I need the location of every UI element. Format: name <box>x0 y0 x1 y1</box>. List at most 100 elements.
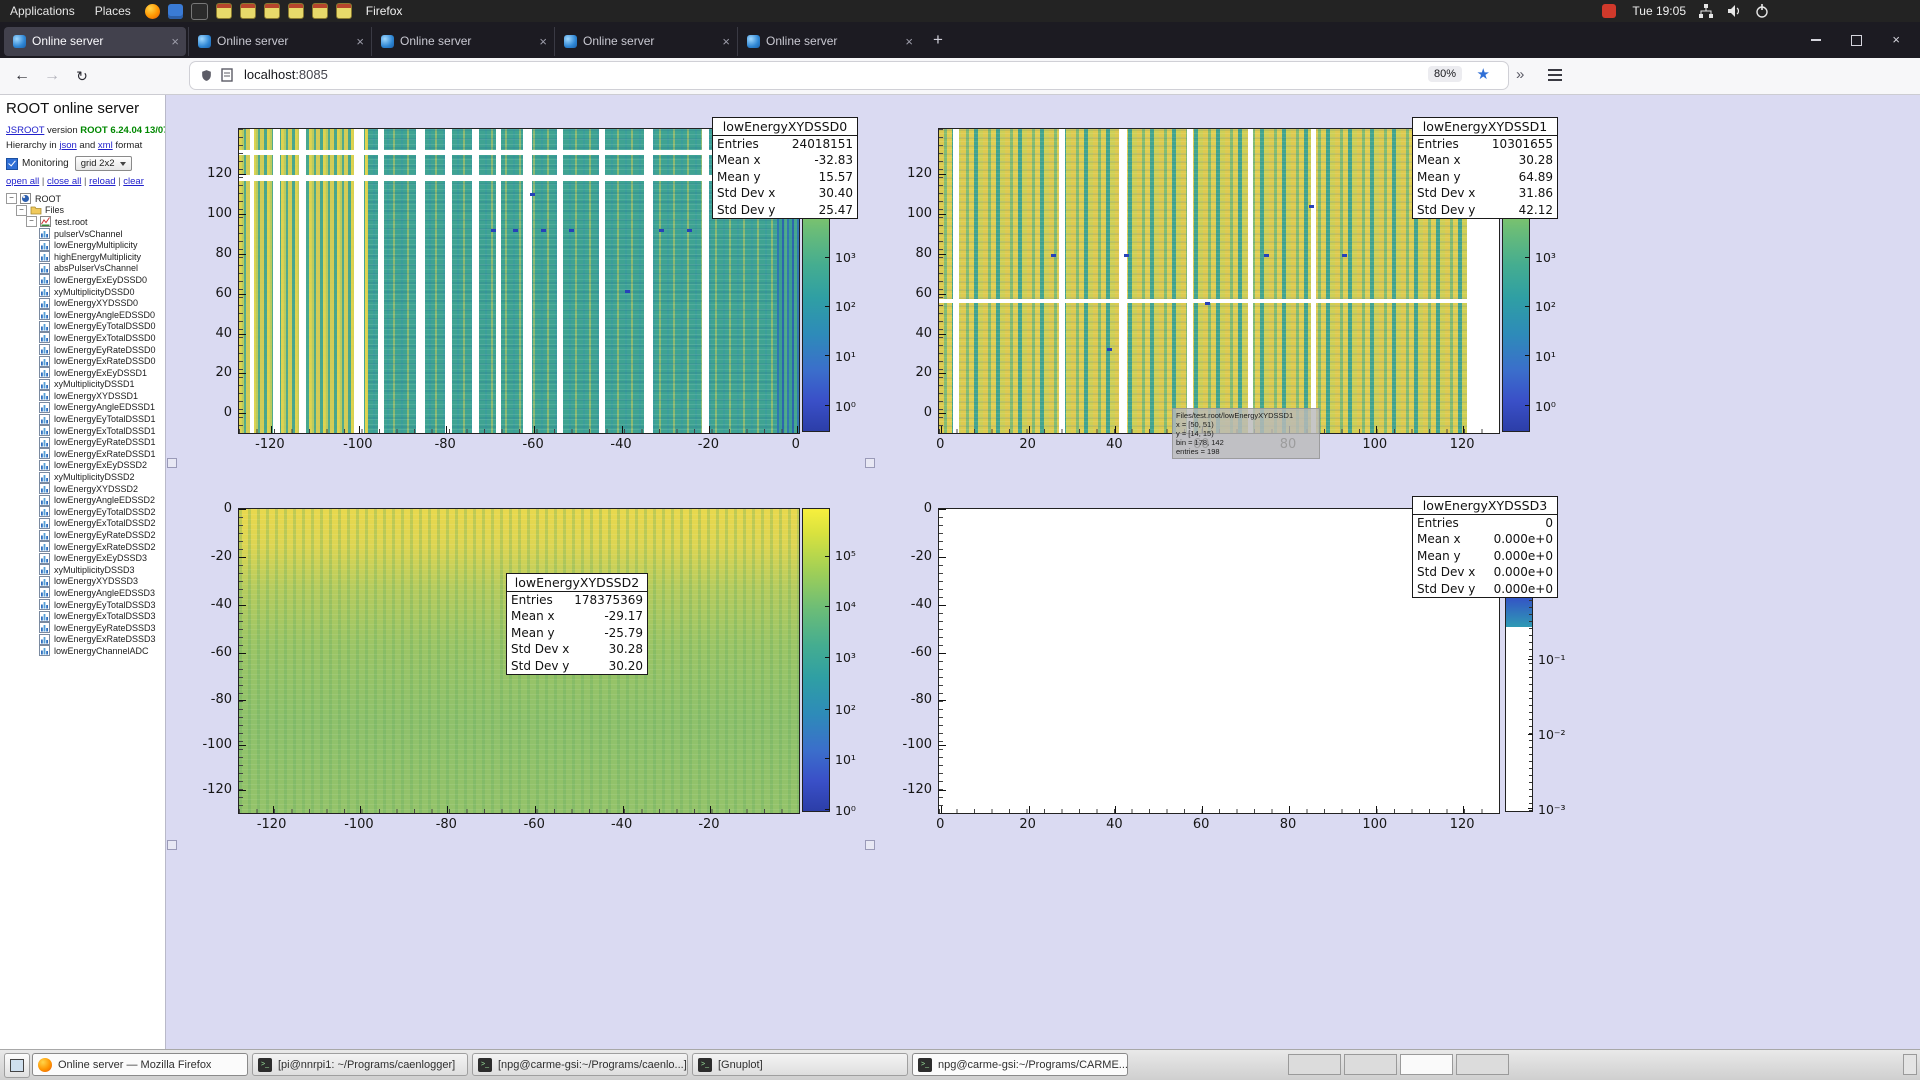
y-axis-label: 100 <box>178 206 232 221</box>
overflow-chevron-button[interactable]: » <box>1516 66 1524 83</box>
window-title: [Gnuplot] <box>718 1059 763 1071</box>
stats-box-lowEnergyXYDSSD3[interactable]: lowEnergyXYDSSD3Entries0Mean x0.000e+0Me… <box>1412 496 1558 598</box>
tab-online-server[interactable]: Online server× <box>371 27 554 56</box>
module-icon[interactable] <box>240 3 256 19</box>
menu-places[interactable]: Places <box>85 0 141 22</box>
minimize-button[interactable] <box>1811 39 1821 41</box>
workspace-cell[interactable] <box>1400 1054 1453 1075</box>
tab-close-icon[interactable]: × <box>905 34 913 49</box>
page-info-icon[interactable] <box>221 68 233 87</box>
y-axis-label: -120 <box>878 782 932 797</box>
network-icon[interactable] <box>1698 3 1714 19</box>
bookmark-star-icon[interactable]: ★ <box>1477 65 1490 83</box>
splitter-handle[interactable] <box>865 458 875 468</box>
bin-info-tooltip: Files/test.root/lowEnergyXYDSSD1x = [50,… <box>1172 408 1320 459</box>
splitter-handle[interactable] <box>167 458 177 468</box>
stats-row: Std Dev y25.47 <box>713 202 857 218</box>
stats-label: Entries <box>511 592 553 608</box>
hot-bin <box>1264 254 1269 257</box>
clock[interactable]: Tue 19:05 <box>1632 4 1686 18</box>
workspace-cell[interactable] <box>1456 1054 1509 1075</box>
module-icon[interactable] <box>216 3 232 19</box>
stats-value: 64.89 <box>1519 169 1553 185</box>
stats-box-lowEnergyXYDSSD1[interactable]: lowEnergyXYDSSD1Entries10301655Mean x30.… <box>1412 117 1558 219</box>
back-button[interactable]: ← <box>10 65 34 87</box>
module-icon[interactable] <box>336 3 352 19</box>
terminal-launcher-icon[interactable] <box>191 3 208 20</box>
y-axis-tick <box>939 605 946 606</box>
url-text[interactable]: localhost:8085 <box>244 67 328 82</box>
tab-online-server[interactable]: Online server× <box>737 27 920 56</box>
tab-close-icon[interactable]: × <box>722 34 730 49</box>
window-controls: × <box>1811 22 1920 58</box>
stats-value: 30.40 <box>819 185 853 201</box>
reload-button[interactable]: ↻ <box>70 65 94 87</box>
stats-box-lowEnergyXYDSSD0[interactable]: lowEnergyXYDSSD0Entries24018151Mean x-32… <box>712 117 858 219</box>
taskbar-window-button[interactable]: Online server — Mozilla Firefox <box>32 1053 248 1076</box>
files-launcher-icon[interactable] <box>168 4 183 19</box>
taskbar: Online server — Mozilla Firefox>_[pi@nnr… <box>0 1049 1920 1080</box>
splitter-handle[interactable] <box>167 840 177 850</box>
hot-bin <box>491 229 496 232</box>
taskbar-window-button[interactable]: >_[pi@nnrpi1: ~/Programs/caenlogger] <box>252 1053 468 1076</box>
volume-icon[interactable] <box>1726 3 1742 19</box>
taskbar-window-button[interactable]: >_[npg@carme-gsi:~/Programs/caenlo...] <box>472 1053 688 1076</box>
workspace-cell[interactable] <box>1288 1054 1341 1075</box>
stats-row: Std Dev y0.000e+0 <box>1413 581 1557 597</box>
tab-close-icon[interactable]: × <box>171 34 179 49</box>
workspace-cell[interactable] <box>1344 1054 1397 1075</box>
x-axis-label: 0 <box>936 437 944 452</box>
stats-row: Std Dev y42.12 <box>1413 202 1557 218</box>
palette-tick-label: 10¹ <box>835 349 856 364</box>
url-bar[interactable]: localhost:8085 80% ★ <box>190 62 1508 89</box>
zoom-indicator[interactable]: 80% <box>1428 66 1462 82</box>
color-palette-lowEnergyXYDSSD2[interactable] <box>802 508 830 812</box>
forward-button[interactable]: → <box>40 65 64 87</box>
stats-title: lowEnergyXYDSSD3 <box>1413 497 1557 515</box>
tab-online-server[interactable]: Online server× <box>554 27 737 56</box>
tab-online-server[interactable]: Online server × <box>188 27 371 56</box>
tab-online-server[interactable]: Online server× <box>4 27 186 56</box>
tab-bar: Online server×Online server×Online serve… <box>0 22 1920 58</box>
module-icon[interactable] <box>264 3 280 19</box>
y-axis-tick <box>239 413 246 414</box>
stats-value: 30.28 <box>609 641 643 657</box>
palette-tick-label: 10¹ <box>1535 349 1556 364</box>
palette-tick <box>1525 257 1530 258</box>
x-axis-label: 40 <box>1106 437 1123 452</box>
x-axis-label: 100 <box>1362 817 1387 832</box>
splitter-handle[interactable] <box>865 840 875 850</box>
new-tab-button[interactable]: + <box>926 28 950 52</box>
menu-applications[interactable]: Applications <box>0 0 85 22</box>
close-button[interactable]: × <box>1892 22 1900 58</box>
firefox-launcher-icon[interactable] <box>145 4 160 19</box>
notification-icon[interactable] <box>1602 4 1616 18</box>
firefox-icon <box>38 1058 52 1072</box>
x-axis-tick <box>709 426 710 433</box>
palette-tick <box>1528 659 1533 660</box>
maximize-button[interactable] <box>1851 35 1862 46</box>
x-axis-tick <box>941 426 942 433</box>
tab-title: Online server <box>217 34 349 48</box>
hot-bin <box>687 229 692 232</box>
show-desktop-button[interactable] <box>4 1053 30 1078</box>
tab-close-icon[interactable]: × <box>356 34 364 49</box>
module-icon[interactable] <box>288 3 304 19</box>
taskbar-window-button[interactable]: >_npg@carme-gsi:~/Programs/CARME... <box>912 1053 1128 1076</box>
palette-tick-label: 10⁴ <box>835 599 856 614</box>
shield-icon[interactable] <box>200 68 213 88</box>
module-icon[interactable] <box>312 3 328 19</box>
tab-close-icon[interactable]: × <box>539 34 547 49</box>
x-axis-label: 60 <box>1193 817 1210 832</box>
palette-tick-label: 10⁻¹ <box>1538 652 1566 667</box>
site-favicon <box>381 35 394 48</box>
taskbar-window-button[interactable]: >_[Gnuplot] <box>692 1053 908 1076</box>
x-axis-label: -120 <box>257 817 287 832</box>
navigation-toolbar: ← → ↻ localhost:8085 80% ★ » <box>0 58 1920 95</box>
panel-handle[interactable] <box>1903 1054 1917 1075</box>
stats-value: -25.79 <box>604 625 643 641</box>
window-title: [npg@carme-gsi:~/Programs/caenlo...] <box>498 1059 687 1071</box>
menu-button[interactable] <box>1548 74 1562 76</box>
stats-box-lowEnergyXYDSSD2[interactable]: lowEnergyXYDSSD2Entries178375369Mean x-2… <box>506 573 648 675</box>
power-icon[interactable] <box>1754 3 1770 19</box>
